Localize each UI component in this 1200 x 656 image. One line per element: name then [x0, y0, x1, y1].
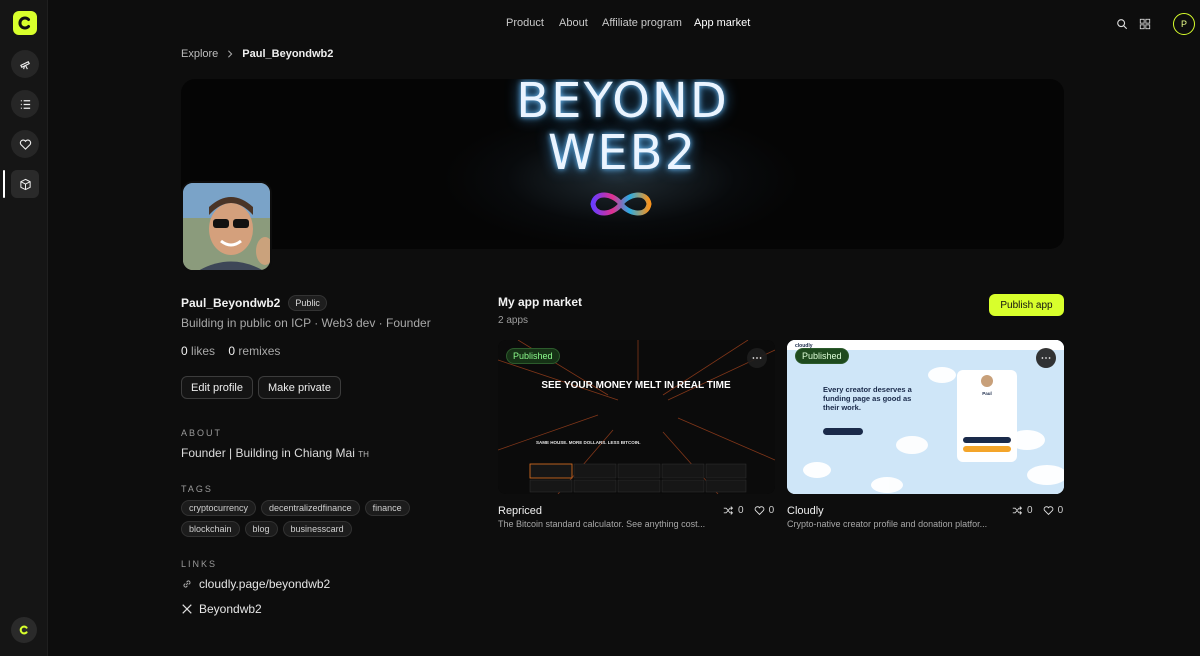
cloudly-preview-user: Paul — [982, 391, 992, 396]
app-name-cloudly[interactable]: Cloudly — [787, 505, 824, 517]
repriced-preview-sub: SAME HOUSE. MORE DOLLARS. LESS BITCOIN. — [536, 440, 641, 445]
infinity-logo-icon — [590, 192, 652, 216]
tags-list: cryptocurrency decentralizedfinance fina… — [181, 500, 471, 537]
grid-icon — [1139, 18, 1151, 30]
app-card-preview-repriced[interactable]: SEE YOUR MONEY MELT IN REAL TIME SAME HO… — [498, 340, 775, 494]
edit-profile-button[interactable]: Edit profile — [181, 376, 253, 399]
app-name-repriced[interactable]: Repriced — [498, 505, 542, 517]
published-badge: Published — [506, 348, 560, 364]
sidebar-account-button[interactable] — [11, 617, 37, 643]
app-market-count: 2 apps — [498, 315, 529, 326]
tag-item[interactable]: finance — [364, 500, 410, 516]
like-count: 0 — [768, 505, 775, 516]
user-avatar[interactable]: P — [1173, 13, 1195, 35]
published-badge: Published — [795, 348, 849, 364]
remix-icon — [723, 506, 734, 515]
more-dots-icon — [1041, 357, 1051, 359]
app-card-preview-cloudly[interactable]: cloudly Every creator deserves a funding … — [787, 340, 1064, 494]
nav-about[interactable]: About — [559, 17, 588, 29]
like-count: 0 — [1057, 505, 1064, 516]
logo-c-small-icon — [19, 625, 28, 635]
tag-item[interactable]: decentralizedfinance — [261, 500, 360, 516]
profile-name-row: Paul_Beyondwb2 Public — [181, 295, 327, 311]
chevron-right-icon — [228, 50, 233, 58]
breadcrumb-current: Paul_Beyondwb2 — [242, 48, 334, 60]
sidebar-apps-button[interactable] — [11, 170, 39, 198]
card-more-button[interactable] — [1036, 348, 1056, 368]
tag-item[interactable]: blockchain — [181, 521, 240, 537]
profile-stats: 0 likes 0 remixes — [181, 344, 280, 358]
tag-item[interactable]: cryptocurrency — [181, 500, 257, 516]
about-heading: ABOUT — [181, 428, 223, 438]
profile-photo — [181, 181, 272, 272]
sidebar-favorites-button[interactable] — [11, 130, 39, 158]
more-dots-icon — [752, 357, 762, 359]
likes-count: 0 — [181, 344, 188, 358]
profile-name: Paul_Beyondwb2 — [181, 296, 281, 310]
tag-item[interactable]: blog — [244, 521, 278, 537]
publish-app-button[interactable]: Publish app — [989, 294, 1064, 316]
nav-app-market[interactable]: App market — [694, 17, 750, 29]
sidebar — [0, 0, 48, 656]
website-link-text[interactable]: cloudly.page/beyondwb2 — [199, 577, 330, 591]
tags-heading: TAGS — [181, 484, 213, 494]
about-text: Founder | Building in Chiang Mai TH — [181, 446, 369, 460]
x-link-text[interactable]: Beyondwb2 — [199, 602, 262, 616]
profile-photo-image — [183, 183, 270, 270]
app-stats-repriced: 0 0 — [723, 505, 774, 516]
likes-label: likes — [191, 344, 216, 358]
nav-affiliate-program[interactable]: Affiliate program — [602, 17, 682, 29]
app-description-cloudly: Crypto-native creator profile and donati… — [787, 519, 988, 529]
visibility-badge: Public — [288, 295, 327, 311]
link-icon — [183, 580, 191, 588]
heart-icon — [19, 138, 31, 150]
x-logo-icon — [182, 604, 192, 614]
telescope-icon — [19, 60, 30, 69]
sidebar-active-indicator — [3, 170, 5, 198]
banner-line-2: WEB2 — [547, 125, 698, 181]
country-flag: TH — [358, 450, 369, 459]
top-navigation: Product About Affiliate program App mark… — [0, 17, 1200, 33]
list-icon — [20, 99, 30, 109]
profile-bio: Building in public on ICP · Web3 dev · F… — [181, 316, 431, 330]
app-description-repriced: The Bitcoin standard calculator. See any… — [498, 519, 706, 529]
remix-icon — [1012, 506, 1023, 515]
links-heading: LINKS — [181, 559, 218, 569]
make-private-button[interactable]: Make private — [258, 376, 341, 399]
nav-product[interactable]: Product — [506, 17, 544, 29]
cube-icon — [19, 178, 31, 190]
x-link[interactable]: Beyondwb2 — [181, 602, 262, 616]
remixes-count: 0 — [228, 344, 236, 358]
about-body: Founder | Building in Chiang Mai — [181, 446, 355, 460]
banner-line-1: BEYOND — [516, 79, 729, 129]
breadcrumb-explore[interactable]: Explore — [181, 48, 218, 60]
heart-outline-icon[interactable] — [754, 505, 765, 516]
remix-count: 0 — [1027, 505, 1033, 516]
sidebar-list-button[interactable] — [11, 90, 39, 118]
breadcrumb: Explore Paul_Beyondwb2 — [181, 48, 333, 60]
repriced-preview-headline: SEE YOUR MONEY MELT IN REAL TIME — [541, 380, 731, 391]
app-stats-cloudly: 0 0 — [1012, 505, 1063, 516]
app-market-title: My app market — [498, 295, 583, 309]
website-link[interactable]: cloudly.page/beyondwb2 — [181, 577, 330, 591]
card-more-button[interactable] — [747, 348, 767, 368]
heart-outline-icon[interactable] — [1043, 505, 1054, 516]
sidebar-explore-button[interactable] — [11, 50, 39, 78]
remix-count: 0 — [738, 505, 744, 516]
profile-banner: BEYOND WEB2 — [181, 79, 1064, 249]
search-button[interactable] — [1114, 16, 1130, 32]
tag-item[interactable]: businesscard — [282, 521, 352, 537]
grid-menu-button[interactable] — [1137, 16, 1153, 32]
remixes-label: remixes — [238, 344, 281, 358]
search-icon — [1117, 19, 1128, 30]
